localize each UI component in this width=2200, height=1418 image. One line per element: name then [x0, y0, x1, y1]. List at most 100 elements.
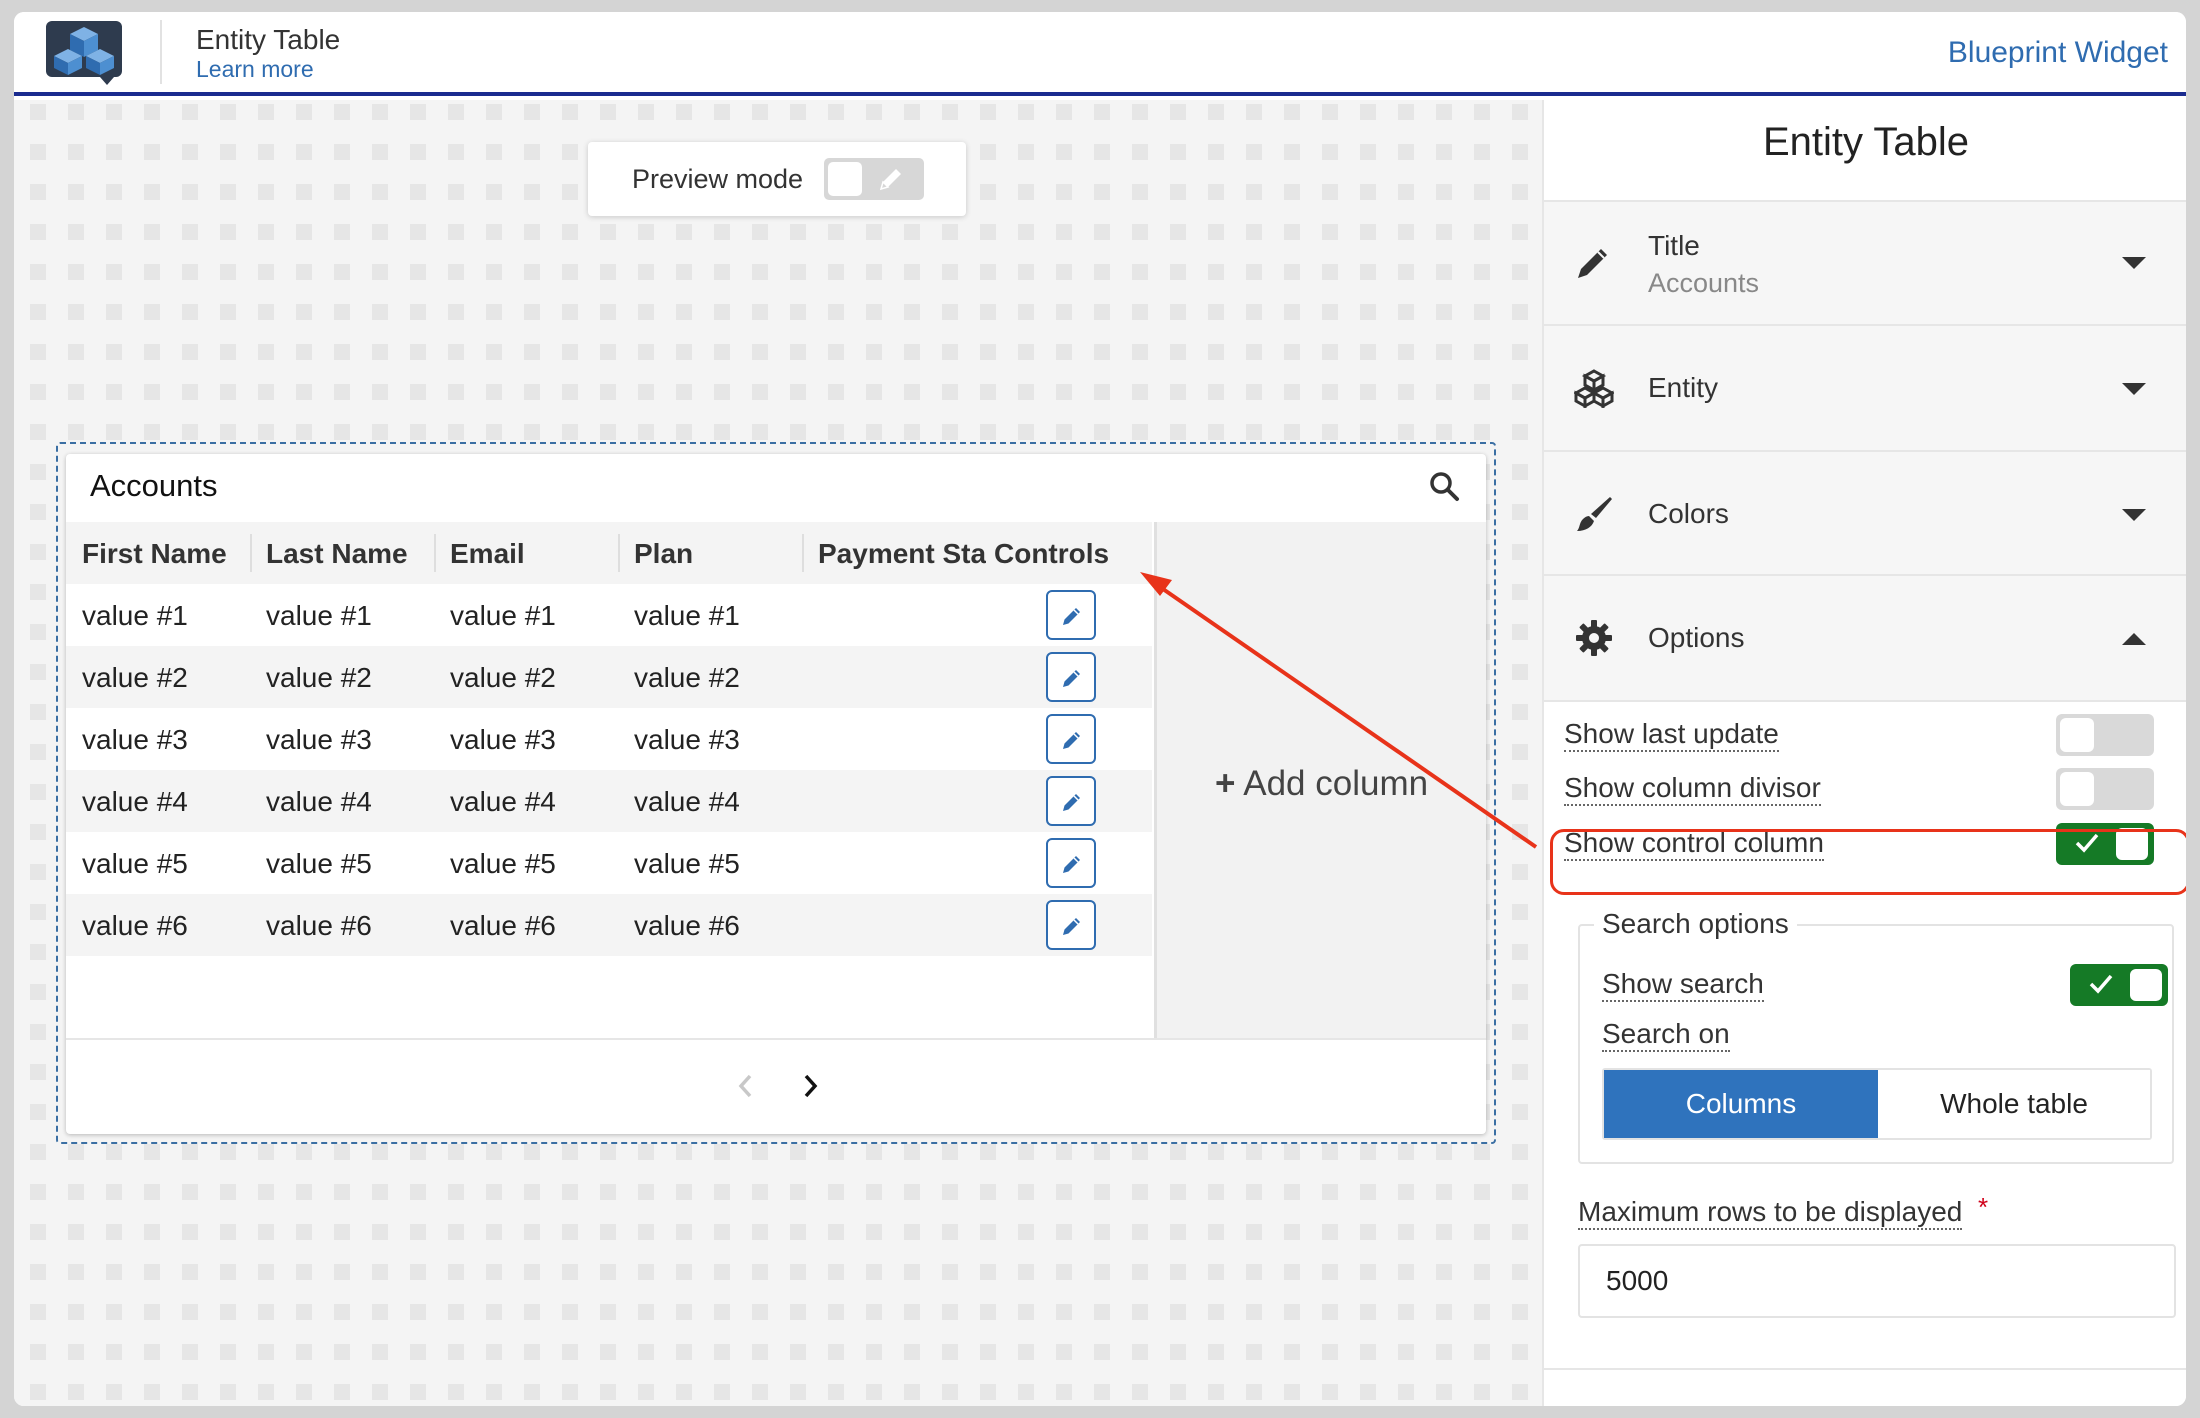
search-on-whole-table-button[interactable]: Whole table: [1878, 1070, 2150, 1138]
pencil-icon: [1063, 918, 1080, 935]
chevron-up-icon: [2122, 633, 2146, 645]
pencil-icon: [1063, 732, 1080, 749]
option-show-last-update: Show last update: [1564, 714, 2158, 756]
table-cell: value #6: [266, 910, 372, 941]
data-table: First Name Last Name Email Plan Payment …: [66, 522, 1152, 1038]
table-cell: value #1: [634, 600, 740, 631]
column-separator: [802, 534, 804, 572]
show-search-toggle[interactable]: [2070, 964, 2168, 1006]
row-edit-button[interactable]: [1046, 900, 1096, 950]
column-header-plan[interactable]: Plan: [634, 538, 784, 570]
table-cell: value #5: [82, 848, 188, 879]
preview-mode-toggle[interactable]: [824, 158, 924, 200]
table-cell: value #3: [266, 724, 372, 755]
table-cell: value #5: [450, 848, 556, 879]
table-cell: value #1: [82, 600, 188, 631]
section-entity-label: Entity: [1648, 372, 1719, 403]
pencil-icon: [1063, 670, 1080, 687]
widget-selection-frame[interactable]: Accounts First Name Last Name Email Plan: [56, 442, 1496, 1144]
panel-title: Entity Table: [1762, 120, 1970, 164]
table-cell: value #4: [450, 786, 556, 817]
header-divider: [160, 20, 162, 84]
table-cell: value #1: [266, 600, 372, 631]
widget-title: Accounts: [90, 468, 218, 503]
table-cell: value #2: [82, 662, 188, 693]
gear-icon: [1576, 620, 1612, 656]
table-cell: value #3: [450, 724, 556, 755]
column-header-email[interactable]: Email: [450, 538, 600, 570]
row-edit-button[interactable]: [1046, 652, 1096, 702]
entity-table-widget: Accounts First Name Last Name Email Plan: [66, 454, 1486, 1134]
table-cell: value #6: [450, 910, 556, 941]
column-separator: [250, 534, 252, 572]
section-colors[interactable]: Colors: [1544, 450, 2186, 574]
row-edit-button[interactable]: [1046, 776, 1096, 826]
show-column-divisor-toggle[interactable]: [2056, 768, 2154, 810]
column-separator: [618, 534, 620, 572]
pencil-icon: [1063, 794, 1080, 811]
table-cell: value #2: [266, 662, 372, 693]
cubes-logo-icon[interactable]: [44, 19, 124, 87]
search-on-label: Search on: [1602, 1018, 1730, 1052]
blueprint-widget-link[interactable]: Blueprint Widget: [1948, 36, 2168, 70]
table-cell: value #2: [634, 662, 740, 693]
table-cell: value #3: [82, 724, 188, 755]
search-options-legend: Search options: [1594, 908, 1797, 940]
pencil-icon: [1063, 856, 1080, 873]
section-title-value: Accounts: [1648, 268, 1760, 298]
column-header-first-name[interactable]: First Name: [82, 538, 232, 570]
pencil-icon: [1063, 608, 1080, 625]
table-cell: value #3: [634, 724, 740, 755]
table-row: value #1 value #1 value #1 value #1: [66, 584, 1152, 646]
section-title[interactable]: Title Accounts: [1544, 200, 2186, 324]
add-column-area[interactable]: + Add column: [1154, 522, 1486, 1038]
plus-icon: +: [1215, 764, 1236, 803]
table-cell: value #4: [634, 786, 740, 817]
checkmark-icon: [2089, 974, 2113, 994]
table-cell: value #6: [82, 910, 188, 941]
column-header-last-name[interactable]: Last Name: [266, 538, 416, 570]
section-options-label: Options: [1648, 622, 1745, 653]
pencil-icon: [1578, 249, 1607, 278]
chevron-down-icon: [2122, 383, 2146, 395]
preview-mode-label: Preview mode: [632, 164, 804, 194]
table-header: First Name Last Name Email Plan Payment …: [66, 522, 1152, 584]
annotation-highlight-box: [1550, 829, 2186, 895]
pagination: [66, 1038, 1486, 1134]
search-icon[interactable]: [1428, 470, 1460, 502]
chevron-down-icon: [2122, 509, 2146, 521]
table-cell: value #5: [634, 848, 740, 879]
table-cell: value #1: [450, 600, 556, 631]
row-edit-button[interactable]: [1046, 714, 1096, 764]
show-column-divisor-label: Show column divisor: [1564, 772, 1821, 806]
table-cell: value #5: [266, 848, 372, 879]
max-rows-input[interactable]: [1578, 1244, 2176, 1318]
pencil-icon: [879, 169, 901, 191]
design-canvas: Preview mode Accounts First Name Last Na…: [14, 100, 1542, 1406]
required-mark: *: [1978, 1192, 1989, 1222]
section-divider: [1544, 700, 2186, 702]
app-header: Entity Table Learn more Blueprint Widget: [14, 12, 2186, 96]
brush-icon: [1577, 497, 1612, 531]
search-on-columns-button[interactable]: Columns: [1604, 1070, 1878, 1138]
max-rows-label: Maximum rows to be displayed: [1578, 1196, 1963, 1230]
column-header-payment-status[interactable]: Payment Status: [818, 538, 986, 570]
add-column-button[interactable]: + Add column: [1215, 764, 1428, 804]
table-cell: value #4: [266, 786, 372, 817]
table-cell: value #6: [634, 910, 740, 941]
chevron-left-icon[interactable]: [734, 1070, 758, 1102]
preview-mode-card: Preview mode: [588, 142, 966, 216]
row-edit-button[interactable]: [1046, 590, 1096, 640]
app-window: Entity Table Learn more Blueprint Widget…: [14, 12, 2186, 1406]
cubes-icon: [1574, 369, 1614, 408]
show-last-update-toggle[interactable]: [2056, 714, 2154, 756]
column-header-controls[interactable]: Controls: [994, 538, 1144, 570]
row-edit-button[interactable]: [1046, 838, 1096, 888]
section-title-label: Title: [1648, 230, 1700, 261]
section-options[interactable]: Options: [1544, 574, 2186, 700]
toggle-knob: [2060, 718, 2094, 752]
toggle-knob: [2130, 969, 2162, 1001]
section-entity[interactable]: Entity: [1544, 324, 2186, 450]
learn-more-link[interactable]: Learn more: [196, 56, 314, 83]
chevron-right-icon[interactable]: [798, 1070, 822, 1102]
